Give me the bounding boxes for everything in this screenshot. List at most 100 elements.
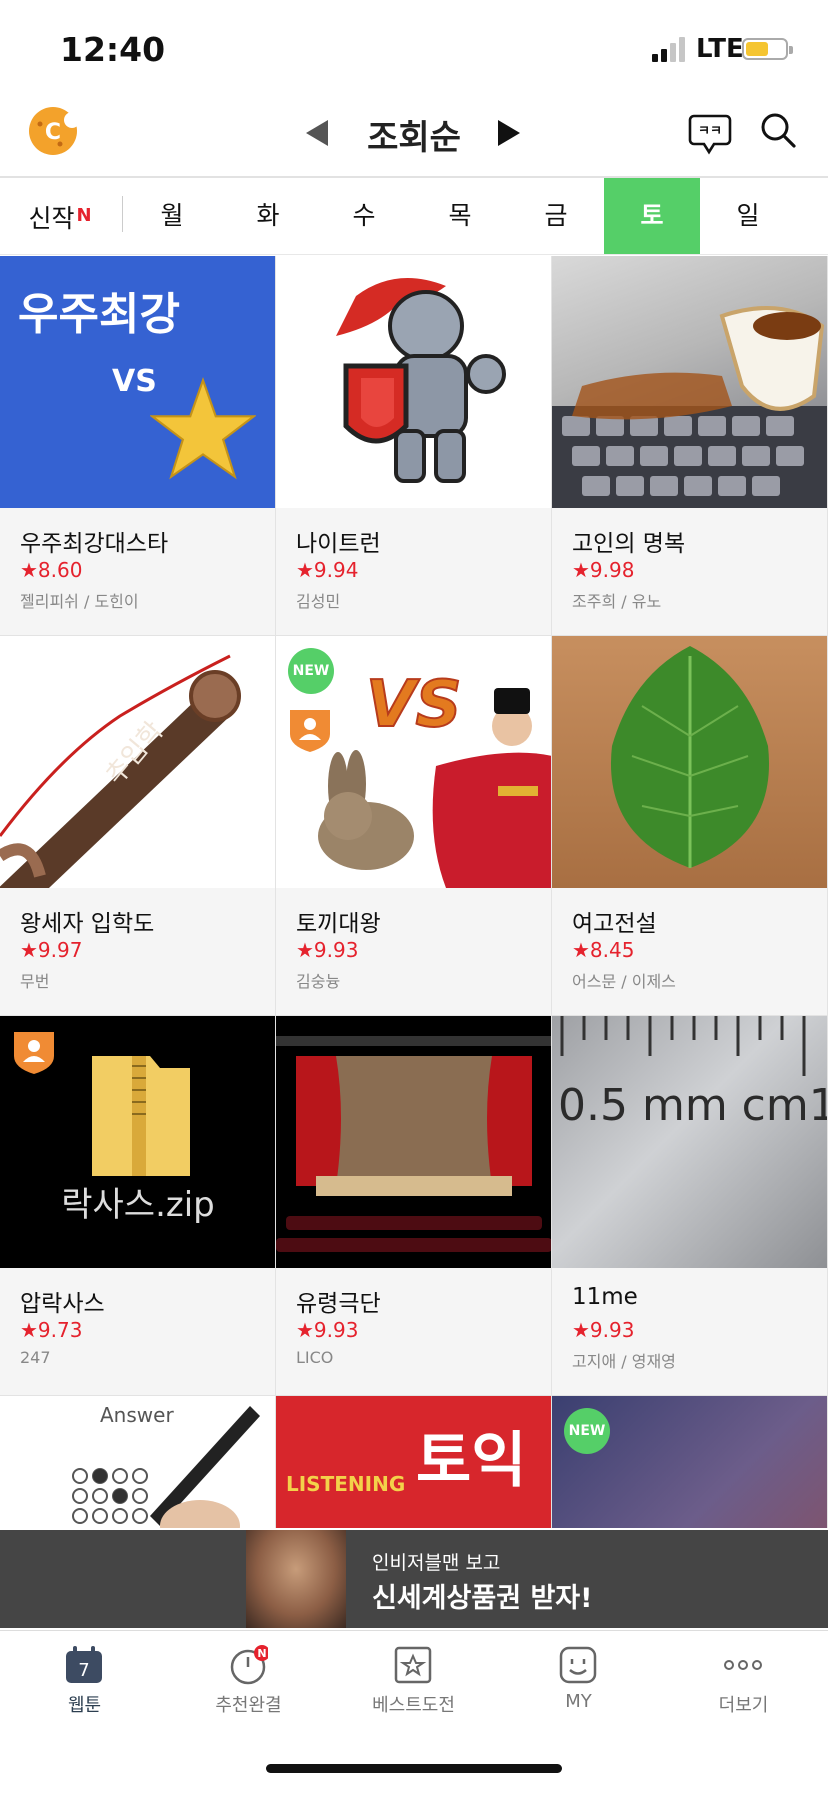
answer-sheet-illustration: Answer: [72, 1403, 260, 1528]
tab-divider: [122, 196, 123, 232]
tab-mon-next[interactable]: 월: [796, 178, 828, 254]
keyboard-teacup-illustration: [552, 306, 827, 508]
comic-author: 247: [20, 1348, 51, 1367]
comic-thumbnail: [276, 1016, 551, 1268]
thumb-title-text: Answer: [100, 1403, 174, 1427]
comic-card[interactable]: 고인의 명복 ★9.98 조주희 / 유노: [552, 256, 828, 636]
sort-prev-button[interactable]: [306, 120, 328, 146]
thumb-title-text: 토익: [416, 1426, 527, 1496]
comic-card[interactable]: 추입학 왕세자 입학도 ★9.97 무번: [0, 636, 276, 1016]
comic-title: 압락사스: [20, 1291, 105, 1317]
tab-mon[interactable]: 월: [124, 178, 220, 254]
comic-rating: ★9.93: [296, 938, 359, 962]
status-bar: 12:40 LTE: [0, 0, 828, 96]
comic-rating: ★9.93: [572, 1318, 635, 1342]
tab-sun[interactable]: 일: [700, 178, 796, 254]
search-icon[interactable]: [760, 112, 796, 148]
nav-webtoon[interactable]: 7 웹툰: [2, 1631, 167, 1731]
nav-my[interactable]: MY: [496, 1631, 661, 1731]
comic-title: 토끼대왕: [296, 911, 381, 937]
comic-author: 조주희 / 유노: [572, 592, 662, 611]
thumb-title-text: 락사스.zip: [61, 1185, 215, 1225]
comic-thumbnail: VS NEW: [276, 636, 551, 888]
comic-author: 어스문 / 이제스: [572, 972, 676, 991]
comic-author: 김성민: [296, 592, 341, 611]
leaf-illustration: [610, 646, 770, 868]
comic-rating: ★9.98: [572, 558, 635, 582]
nav-completed[interactable]: N 추천완결: [166, 1631, 331, 1731]
thumb-vs-text: VS: [366, 668, 462, 742]
ruler-illustration: 0.5 mm cm1: [558, 1016, 828, 1131]
network-label: LTE: [696, 34, 744, 64]
nav-label: MY: [565, 1691, 592, 1712]
new-badge: NEW: [564, 1408, 610, 1454]
comic-card[interactable]: 여고전설 ★8.45 어스문 / 이제스: [552, 636, 828, 1016]
tab-new[interactable]: 신작 N: [0, 178, 120, 254]
tab-tue[interactable]: 화: [220, 178, 316, 254]
nav-label: 베스트도전: [372, 1695, 455, 1716]
comic-card[interactable]: 우주최강 VS 우주최강대스타 ★8.60 젤리피쉬 / 도힌이: [0, 256, 276, 636]
tab-wed[interactable]: 수: [316, 178, 412, 254]
signal-icon: [652, 37, 685, 62]
comic-card[interactable]: 0.5 mm cm1 11me ★9.93 고지애 / 영재영: [552, 1016, 828, 1396]
thumb-subtitle-text: LISTENING: [286, 1472, 406, 1496]
comic-rating: ★9.93: [296, 1318, 359, 1342]
nav-label: 추천완결: [215, 1695, 282, 1716]
sort-next-button[interactable]: [498, 120, 520, 146]
clock-icon: N: [230, 1645, 268, 1685]
comic-rating: ★9.97: [20, 938, 83, 962]
chat-icon-text: ㅋㅋ: [698, 124, 722, 139]
comic-card[interactable]: Answer: [0, 1396, 276, 1528]
calendar-icon-text: 7: [78, 1660, 89, 1681]
comic-title: 고인의 명복: [572, 531, 686, 557]
comic-card[interactable]: 나이트런 ★9.94 김성민: [276, 256, 552, 636]
battery-icon: [742, 38, 793, 60]
comic-thumbnail: 우주최강 VS: [0, 256, 275, 508]
comic-card[interactable]: 토익 LISTENING: [276, 1396, 552, 1528]
tab-thu[interactable]: 목: [412, 178, 508, 254]
comic-thumbnail: 0.5 mm cm1: [552, 1016, 828, 1268]
star-icon: [150, 377, 256, 480]
tab-fri[interactable]: 금: [508, 178, 604, 254]
comic-rating: ★8.60: [20, 558, 83, 582]
comic-card[interactable]: VS NEW 토끼대왕 ★9.93 김숭늉: [276, 636, 552, 1016]
person-badge-icon: [290, 710, 330, 752]
nav-badge: N: [257, 1647, 266, 1660]
comic-author: LICO: [296, 1348, 334, 1367]
nav-label: 웹툰: [67, 1695, 102, 1716]
status-time: 12:40: [60, 30, 166, 69]
comic-card[interactable]: 락사스.zip 압락사스 ★9.73 247: [0, 1016, 276, 1396]
comic-rating: ★8.45: [572, 938, 635, 962]
nav-best-challenge[interactable]: 베스트도전: [331, 1631, 496, 1731]
cookie-logo-icon[interactable]: C: [28, 106, 78, 156]
more-dots-icon: [724, 1660, 762, 1670]
comic-title: 나이트런: [296, 531, 381, 557]
comic-rating: ★9.94: [296, 558, 359, 582]
ad-image: [246, 1530, 346, 1628]
smiley-icon: [559, 1646, 597, 1684]
comic-grid: 우주최강 VS 우주최강대스타 ★8.60 젤리피쉬 / 도힌이 나이트런 ★9…: [0, 256, 828, 1528]
theater-stage-illustration: [276, 1036, 551, 1252]
comic-thumbnail: NEW: [552, 1396, 827, 1528]
tab-new-label: 신작: [28, 204, 75, 233]
sort-title[interactable]: 조회순: [336, 110, 492, 159]
comic-card[interactable]: 유령극단 ★9.93 LICO: [276, 1016, 552, 1396]
comic-card[interactable]: NEW: [552, 1396, 828, 1528]
comic-title: 우주최강대스타: [20, 531, 169, 557]
comic-author: 무번: [20, 972, 50, 991]
sword-illustration: 추입학: [0, 654, 241, 888]
tab-sat[interactable]: 토: [604, 178, 700, 254]
comic-author: 김숭늉: [296, 972, 341, 991]
thumb-title-text: 0.5 mm cm1: [558, 1080, 828, 1131]
star-bookmark-icon: [394, 1646, 432, 1684]
nav-more[interactable]: 더보기: [661, 1631, 826, 1731]
comic-thumbnail: 추입학: [0, 636, 275, 888]
ad-banner[interactable]: 인비저블맨 보고 신세계상품권 받자!: [0, 1530, 828, 1628]
app-header: C 조회순 ㅋㅋ: [0, 96, 828, 178]
calendar-icon: 7: [66, 1646, 102, 1683]
comic-thumbnail: Answer: [0, 1396, 275, 1528]
chat-icon[interactable]: ㅋㅋ: [688, 112, 732, 156]
home-indicator[interactable]: [266, 1764, 562, 1773]
comic-thumbnail: [552, 256, 827, 508]
comic-title: 여고전설: [572, 911, 657, 937]
